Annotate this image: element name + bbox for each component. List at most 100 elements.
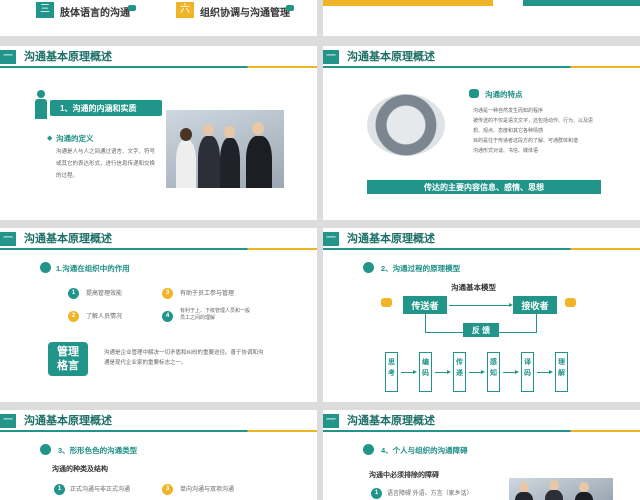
slide6-sub: 沟通中必须排除的障碍	[369, 472, 439, 479]
section-title: 沟通基本原理概述	[347, 51, 435, 63]
slide-header: 一 沟通基本原理概述	[323, 46, 640, 68]
item-num-4: 4	[162, 311, 173, 322]
speaker-icon	[34, 90, 48, 120]
slide-5: 一 沟通基本原理概述 3、形形色色的沟通类型 沟通的种类及结构 1 正式沟通与非…	[0, 410, 317, 500]
step-box-transmit: 传递	[453, 352, 466, 392]
item-text-2: 了解人员情况	[86, 314, 123, 320]
feedback-label: 反 馈	[471, 326, 491, 335]
toc-item-3: 肢体语言的沟通	[60, 8, 130, 19]
section-title: 沟通基本原理概述	[24, 233, 112, 245]
item-num-1: 1	[68, 288, 79, 299]
maxim-badge-text: 管理格言	[57, 346, 79, 372]
chat-icon	[469, 89, 479, 98]
slide1-heading: 1、沟通的内涵和实质	[60, 104, 137, 113]
slide2-text: 沟通是一种自然发生而知的程序 被传送的不仅是语文文字，还包括动作、行为、以及思想…	[473, 108, 594, 154]
header-tag: 一	[0, 50, 16, 64]
slide2-banner: 传达的主要内容信息、感情、思想	[367, 180, 601, 194]
header-tag: 一	[323, 232, 339, 246]
speech-bubble-icon	[381, 298, 392, 307]
item-num-3: 3	[162, 288, 173, 299]
step-arrow	[469, 370, 485, 374]
slide3-quote: 沟通是企业管理中解决一切矛盾和纠纷的重要途径。善于协调和沟通是现代企业家的重要标…	[104, 350, 264, 366]
header-tag: 一	[323, 50, 339, 64]
toc-num-6-label: 六	[180, 4, 190, 15]
header-line	[323, 66, 640, 68]
item-text-1: 提高管理效能	[86, 291, 123, 297]
section-title: 沟通基本原理概述	[347, 233, 435, 245]
step-box-perceive: 感知	[487, 352, 500, 392]
toc-num-3-label: 三	[40, 4, 50, 15]
slide-header: 一 沟通基本原理概述	[0, 410, 317, 432]
lightbulb-icon	[40, 444, 51, 455]
step-transmit: 传递	[456, 359, 463, 377]
step-box-think: 思考	[385, 352, 398, 392]
receiver-label: 接收者	[521, 301, 549, 311]
lightbulb-icon	[363, 444, 374, 455]
chat-icon	[128, 5, 136, 11]
item-num-1: 1	[54, 484, 65, 495]
feedback-box: 反 馈	[463, 323, 499, 337]
item-num-3: 3	[162, 484, 173, 495]
toc-item-6: 组织协调与沟通管理	[200, 8, 290, 19]
slide-header: 一 沟通基本原理概述	[323, 410, 640, 432]
slide-top-right-partial	[323, 0, 640, 36]
speech-bubble-icon	[565, 298, 576, 307]
meeting-table-photo	[367, 94, 445, 156]
slide-header: 一 沟通基本原理概述	[0, 46, 317, 68]
receiver-box: 接收者	[513, 296, 557, 314]
maxim-badge: 管理格言	[48, 342, 88, 376]
sender-to-receiver-arrow	[449, 303, 513, 307]
item-num-2: 2	[68, 311, 79, 322]
step-encode: 编码	[422, 359, 429, 377]
step-arrow	[435, 370, 451, 374]
section-title: 沟通基本原理概述	[24, 415, 112, 427]
section-title: 沟通基本原理概述	[24, 51, 112, 63]
step-arrow	[401, 370, 417, 374]
lightbulb-icon	[40, 262, 51, 273]
item-num-3-label: 3	[165, 486, 170, 492]
sender-label: 传送者	[411, 301, 439, 311]
item-num-3-label: 3	[165, 290, 170, 296]
slide-header: 一 沟通基本原理概述	[323, 228, 640, 250]
header-tag: 一	[0, 232, 16, 246]
step-understand: 理解	[558, 359, 565, 377]
item-num-2-label: 2	[71, 313, 76, 319]
slide-4: 一 沟通基本原理概述 2、沟通过程的原理模型 沟通基本模型 传送者 接收者 反 …	[323, 228, 640, 402]
slide-2: 一 沟通基本原理概述 沟通的特点 沟通是一种自然发生而知的程序 被传送的不仅是语…	[323, 46, 640, 220]
header-line	[0, 248, 317, 250]
step-arrow	[503, 370, 519, 374]
heading-bar: 1、沟通的内涵和实质	[50, 100, 162, 116]
header-line	[323, 248, 640, 250]
slide-header: 一 沟通基本原理概述	[0, 228, 317, 250]
slide5-sub: 沟通的种类及结构	[52, 466, 108, 473]
sender-box: 传送者	[403, 296, 447, 314]
slide2-banner-text: 传达的主要内容信息、感情、思想	[424, 183, 544, 192]
chat-icon	[286, 5, 294, 11]
slide-1: 一 沟通基本原理概述 1、沟通的内涵和实质 ◆ 沟通的定义 沟通是人与人之间通过…	[0, 46, 317, 220]
item-text-1: 正式沟通与非正式沟通	[70, 487, 131, 493]
item-num-1: 1	[371, 488, 382, 499]
header-line	[0, 430, 317, 432]
step-perceive: 感知	[490, 359, 497, 377]
item-num-1-label: 1	[71, 290, 76, 296]
step-think: 思考	[388, 359, 395, 377]
step-decode: 译码	[524, 359, 531, 377]
item-text-3: 有助于员工参与管理	[180, 291, 235, 297]
step-arrow	[537, 370, 553, 374]
item-text-3: 单向沟通与双项沟通	[180, 487, 235, 493]
business-meeting-photo	[509, 478, 613, 500]
model-title: 沟通基本模型	[451, 283, 496, 292]
header-line	[323, 430, 640, 432]
business-handshake-photo	[166, 110, 284, 188]
step-box-encode: 编码	[419, 352, 432, 392]
slide1-text: 沟通是人与人之间通过语言、文字、符号或其它的表达形式，进行信息传递和交换的过程。	[56, 149, 156, 179]
slide3-heading: 1.沟通在组织中的作用	[56, 264, 130, 273]
step-box-understand: 理解	[555, 352, 568, 392]
section-title: 沟通基本原理概述	[347, 415, 435, 427]
item-num-1-label: 1	[57, 486, 62, 492]
item-text-1: 语言障碍 外语、方言（家乡话）	[387, 491, 473, 497]
corner-accent	[323, 0, 493, 6]
slide-toc-partial: 三 肢体语言的沟通 六 组织协调与沟通管理	[0, 0, 317, 36]
item-text-4: 有利于上、下级管理人员和一般员工之间的理解	[180, 308, 251, 321]
toc-num-3: 三	[36, 2, 54, 18]
